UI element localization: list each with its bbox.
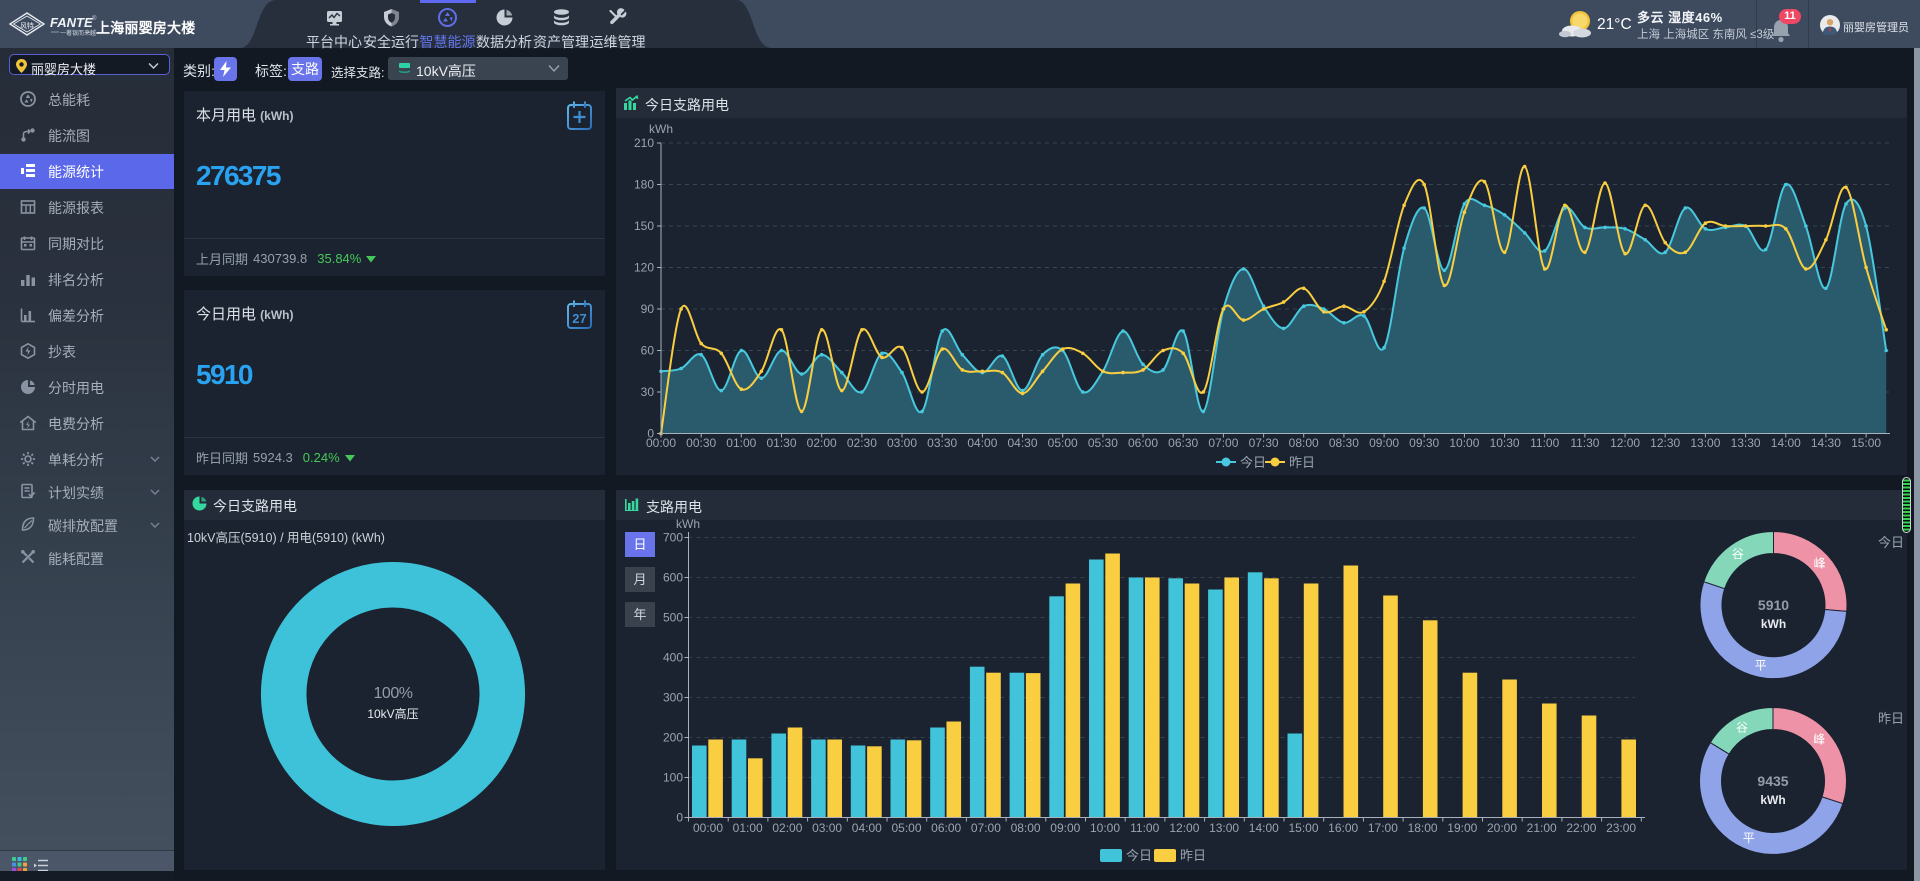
svg-text:200: 200 bbox=[663, 731, 683, 745]
svg-text:60: 60 bbox=[641, 344, 655, 358]
svg-text:今日: 今日 bbox=[1878, 535, 1904, 550]
svg-text:90: 90 bbox=[641, 302, 655, 316]
svg-text:kWh: kWh bbox=[1761, 617, 1786, 631]
svg-text:0: 0 bbox=[676, 811, 683, 825]
svg-text:5910: 5910 bbox=[1758, 597, 1789, 613]
svg-text:09:30: 09:30 bbox=[1409, 436, 1439, 450]
svg-text:30: 30 bbox=[641, 385, 655, 399]
svg-text:180: 180 bbox=[634, 178, 654, 192]
svg-text:00:30: 00:30 bbox=[686, 436, 716, 450]
svg-text:13:00: 13:00 bbox=[1209, 821, 1239, 835]
svg-text:昨日: 昨日 bbox=[1180, 848, 1206, 863]
svg-text:00:00: 00:00 bbox=[693, 821, 723, 835]
svg-text:21:00: 21:00 bbox=[1527, 821, 1557, 835]
svg-text:10:00: 10:00 bbox=[1090, 821, 1120, 835]
svg-text:05:00: 05:00 bbox=[891, 821, 921, 835]
svg-text:06:00: 06:00 bbox=[1128, 436, 1158, 450]
svg-text:01:00: 01:00 bbox=[733, 821, 763, 835]
svg-text:平: 平 bbox=[1743, 831, 1755, 845]
svg-text:峰: 峰 bbox=[1814, 557, 1826, 571]
svg-text:一著银而来越: 一著银而来越 bbox=[60, 29, 96, 37]
svg-text:9435: 9435 bbox=[1757, 773, 1788, 789]
svg-text:300: 300 bbox=[663, 691, 683, 705]
svg-text:400: 400 bbox=[663, 651, 683, 665]
svg-text:02:00: 02:00 bbox=[807, 436, 837, 450]
svg-text:13:30: 13:30 bbox=[1731, 436, 1761, 450]
svg-text:09:00: 09:00 bbox=[1369, 436, 1399, 450]
svg-text:昨日: 昨日 bbox=[1878, 711, 1904, 726]
svg-text:08:00: 08:00 bbox=[1011, 821, 1041, 835]
svg-text:风特: 风特 bbox=[20, 21, 34, 30]
svg-text:kWh: kWh bbox=[1760, 793, 1785, 807]
svg-text:谷: 谷 bbox=[1732, 547, 1744, 561]
svg-text:谷: 谷 bbox=[1736, 720, 1748, 734]
svg-text:12:00: 12:00 bbox=[1610, 436, 1640, 450]
svg-text:00:00: 00:00 bbox=[646, 436, 676, 450]
svg-text:06:00: 06:00 bbox=[931, 821, 961, 835]
svg-text:11:00: 11:00 bbox=[1130, 821, 1159, 835]
svg-text:07:30: 07:30 bbox=[1249, 436, 1279, 450]
svg-text:10kV高压: 10kV高压 bbox=[367, 706, 418, 721]
svg-text:500: 500 bbox=[663, 611, 683, 625]
svg-text:FANTE: FANTE bbox=[50, 15, 93, 30]
svg-text:今日: 今日 bbox=[1240, 455, 1266, 470]
svg-text:07:00: 07:00 bbox=[1208, 436, 1238, 450]
svg-text:17:00: 17:00 bbox=[1368, 821, 1398, 835]
svg-text:01:30: 01:30 bbox=[766, 436, 796, 450]
svg-text:04:00: 04:00 bbox=[852, 821, 882, 835]
svg-text:22:00: 22:00 bbox=[1566, 821, 1596, 835]
svg-text:04:30: 04:30 bbox=[1007, 436, 1037, 450]
svg-text:15:00: 15:00 bbox=[1851, 436, 1881, 450]
svg-text:今日: 今日 bbox=[1126, 848, 1152, 863]
svg-text:08:30: 08:30 bbox=[1329, 436, 1359, 450]
svg-text:14:00: 14:00 bbox=[1771, 436, 1801, 450]
svg-text:峰: 峰 bbox=[1813, 733, 1825, 747]
svg-text:14:00: 14:00 bbox=[1249, 821, 1279, 835]
svg-text:03:00: 03:00 bbox=[887, 436, 917, 450]
svg-text:18:00: 18:00 bbox=[1408, 821, 1438, 835]
svg-text:09:00: 09:00 bbox=[1050, 821, 1080, 835]
svg-text:15:00: 15:00 bbox=[1288, 821, 1318, 835]
svg-text:10:30: 10:30 bbox=[1490, 436, 1520, 450]
svg-text:05:30: 05:30 bbox=[1088, 436, 1118, 450]
svg-text:27: 27 bbox=[572, 311, 586, 326]
svg-text:08:00: 08:00 bbox=[1289, 436, 1319, 450]
svg-text:100%: 100% bbox=[374, 685, 413, 702]
svg-text:13:00: 13:00 bbox=[1690, 436, 1720, 450]
svg-text:05:00: 05:00 bbox=[1048, 436, 1078, 450]
svg-text:12:30: 12:30 bbox=[1650, 436, 1680, 450]
svg-text:19:00: 19:00 bbox=[1447, 821, 1477, 835]
svg-text:120: 120 bbox=[634, 261, 654, 275]
svg-text:210: 210 bbox=[634, 136, 654, 150]
svg-text:11:00: 11:00 bbox=[1530, 436, 1559, 450]
svg-text:02:00: 02:00 bbox=[772, 821, 802, 835]
svg-text:01:00: 01:00 bbox=[726, 436, 756, 450]
svg-text:kWh: kWh bbox=[676, 517, 700, 531]
svg-text:600: 600 bbox=[663, 571, 683, 585]
svg-text:昨日: 昨日 bbox=[1289, 455, 1315, 470]
svg-text:20:00: 20:00 bbox=[1487, 821, 1517, 835]
svg-text:03:30: 03:30 bbox=[927, 436, 957, 450]
svg-text:23:00: 23:00 bbox=[1606, 821, 1636, 835]
svg-text:06:30: 06:30 bbox=[1168, 436, 1198, 450]
svg-text:10:00: 10:00 bbox=[1449, 436, 1479, 450]
svg-text:700: 700 bbox=[663, 531, 683, 545]
svg-text:03:00: 03:00 bbox=[812, 821, 842, 835]
svg-text:02:30: 02:30 bbox=[847, 436, 877, 450]
svg-text:150: 150 bbox=[634, 219, 654, 233]
svg-text:12:00: 12:00 bbox=[1169, 821, 1199, 835]
svg-text:04:00: 04:00 bbox=[967, 436, 997, 450]
svg-text:07:00: 07:00 bbox=[971, 821, 1001, 835]
svg-text:11:30: 11:30 bbox=[1570, 436, 1599, 450]
svg-text:平: 平 bbox=[1755, 659, 1767, 673]
svg-text:kWh: kWh bbox=[649, 122, 673, 136]
svg-text:14:30: 14:30 bbox=[1811, 436, 1841, 450]
svg-text:100: 100 bbox=[663, 771, 683, 785]
svg-text:16:00: 16:00 bbox=[1328, 821, 1358, 835]
